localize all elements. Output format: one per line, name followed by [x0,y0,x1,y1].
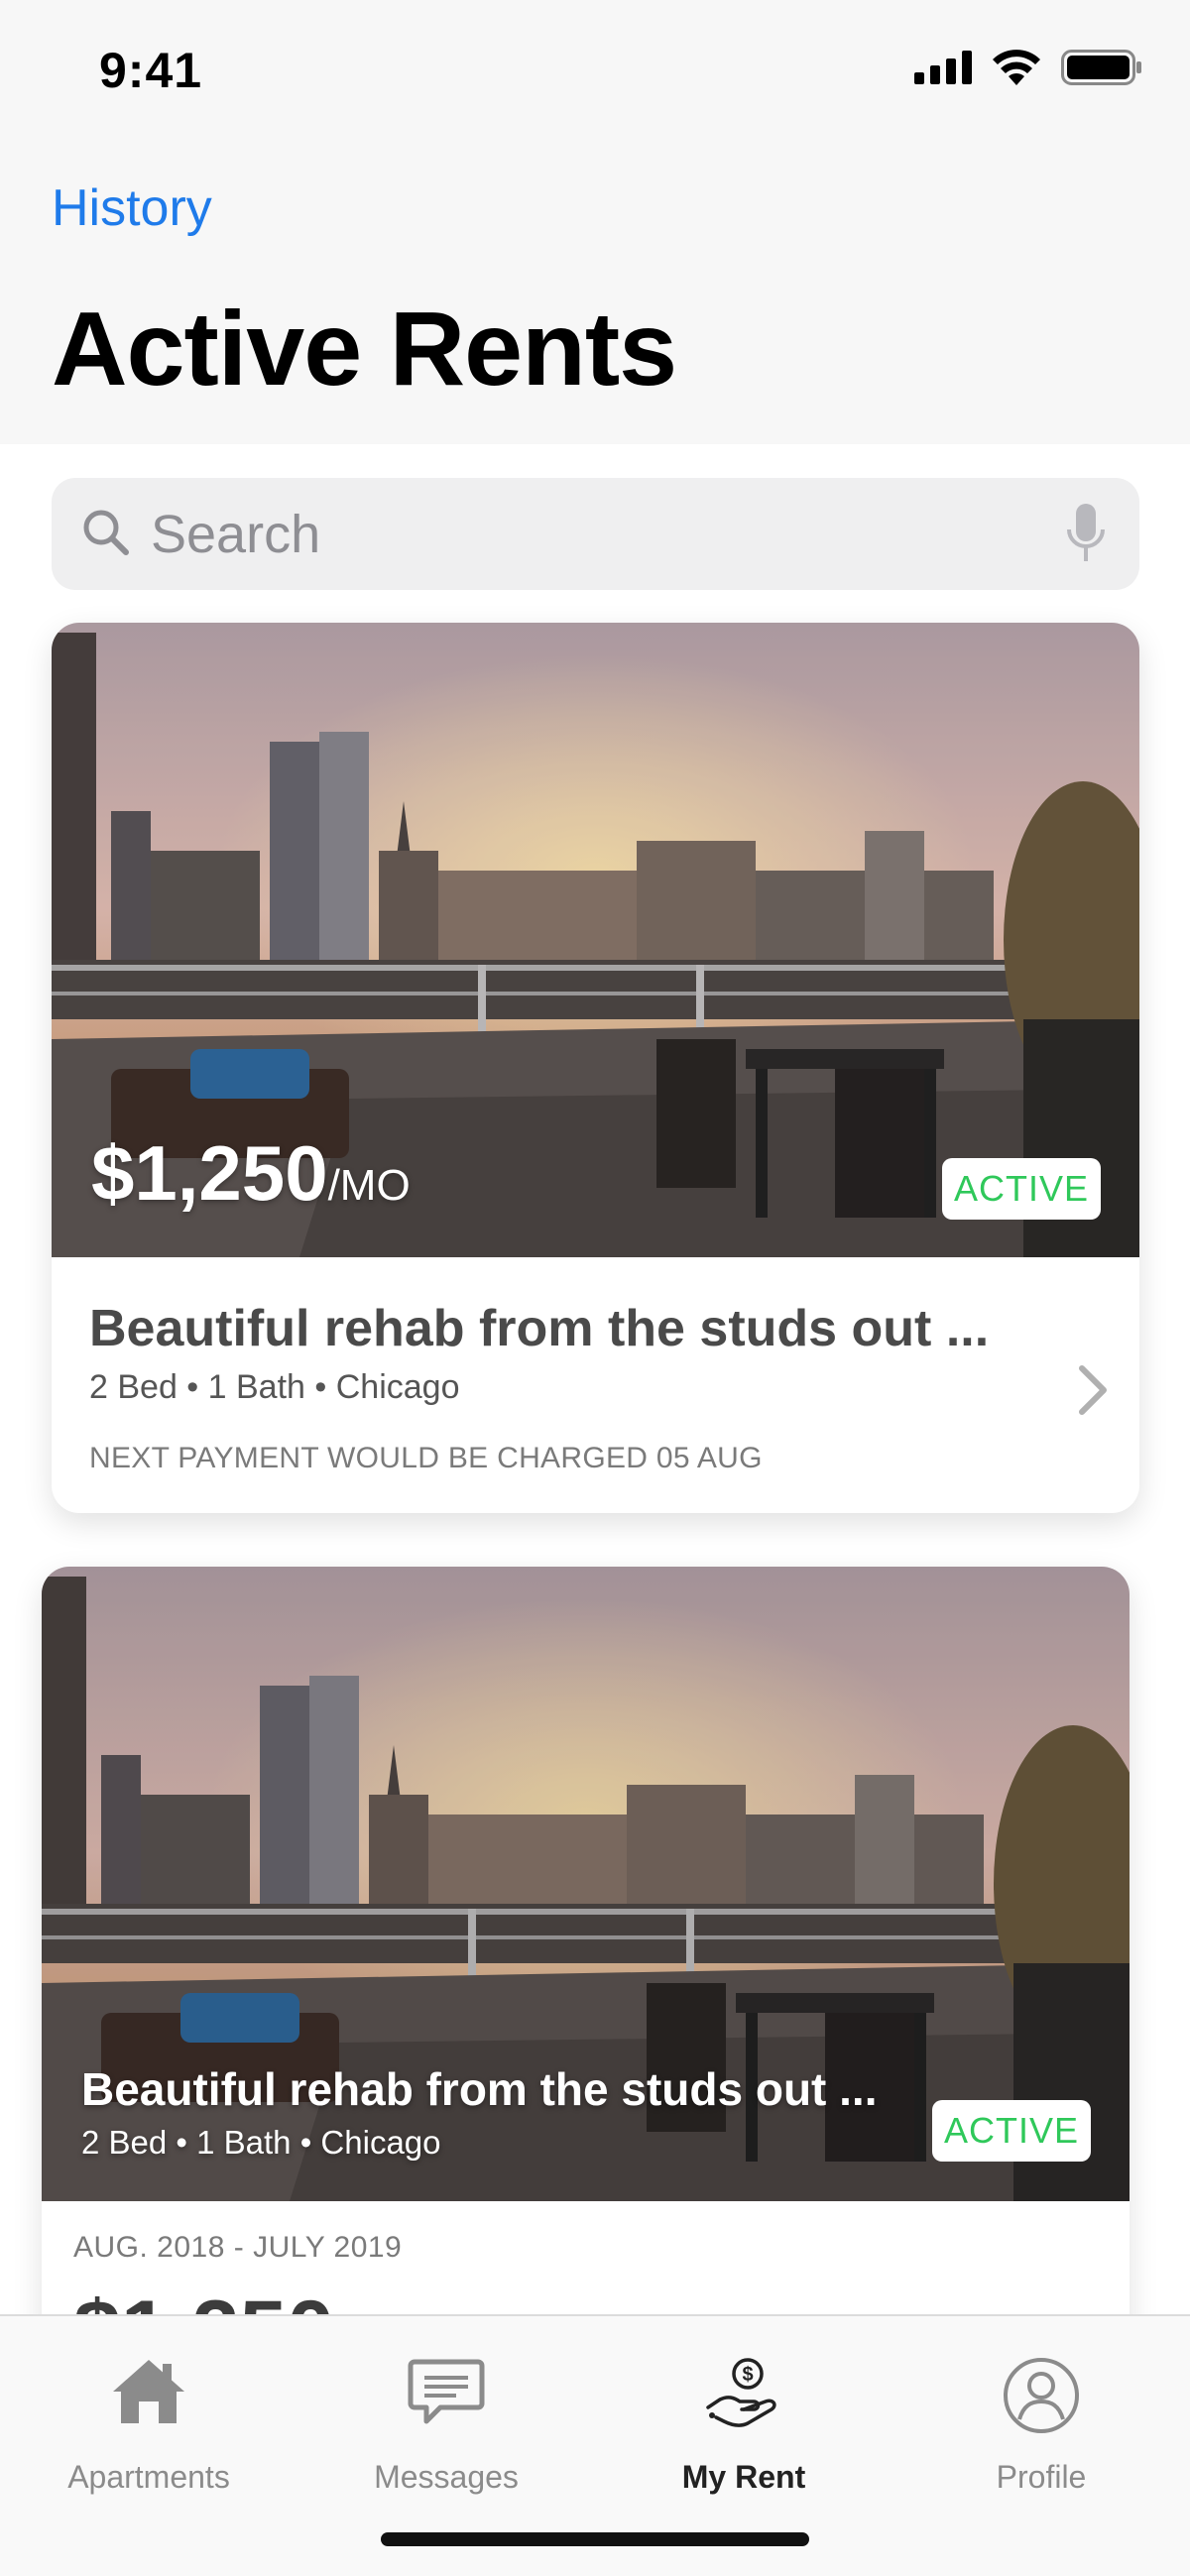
rent-card[interactable]: $1,250/MO ACTIVE Beautiful rehab from th… [52,623,1139,1513]
rent-card[interactable]: Beautiful rehab from the studs out ... 2… [42,1567,1130,2419]
header: 9:41 History Active Rents [0,0,1190,444]
tab-my-rent[interactable]: $ My Rent [595,2316,892,2515]
price-value: $1,250 [91,1129,328,1217]
tab-label: Apartments [67,2459,230,2495]
history-link[interactable]: History [52,178,212,238]
search-input[interactable] [151,500,1043,569]
house-icon [113,2360,184,2423]
chat-bubble-icon [408,2359,485,2424]
price-unit: /MO [327,1161,411,1210]
page-title: Active Rents [52,291,677,408]
hand-coin-icon: $ [706,2358,776,2427]
chevron-right-icon[interactable] [1076,1362,1110,1418]
search-bar[interactable] [52,478,1139,590]
tab-label: My Rent [681,2459,806,2495]
next-payment-note: NEXT PAYMENT WOULD BE CHARGED 05 AUG [89,1442,763,1474]
rent-title: Beautiful rehab from the studs out ... [89,1300,990,1357]
price-label: $1,250/MO [91,1128,411,1219]
tab-label: Messages [374,2459,519,2495]
cellular-signal-icon [914,51,972,84]
tab-messages[interactable]: Messages [298,2316,595,2515]
status-badge: ACTIVE [942,1158,1101,1220]
rent-title: Beautiful rehab from the studs out ... [81,2063,878,2115]
status-badge: ACTIVE [932,2100,1091,2162]
rent-details: 2 Bed • 1 Bath • Chicago [89,1368,460,1406]
battery-icon [1061,50,1141,85]
status-icons [914,50,1142,85]
status-time: 9:41 [99,43,203,98]
tab-apartments[interactable]: Apartments [0,2316,298,2515]
tab-profile[interactable]: Profile [892,2316,1190,2515]
wifi-icon [993,50,1040,85]
rent-details: 2 Bed • 1 Bath • Chicago [81,2124,441,2161]
tab-label: Profile [996,2459,1087,2495]
person-icon [1004,2358,1079,2433]
home-indicator [381,2532,809,2546]
search-icon [83,510,129,555]
svg-text:$: $ [742,2364,753,2386]
microphone-icon[interactable] [1066,502,1106,565]
rent-period: AUG. 2018 - JULY 2019 [73,2231,403,2264]
